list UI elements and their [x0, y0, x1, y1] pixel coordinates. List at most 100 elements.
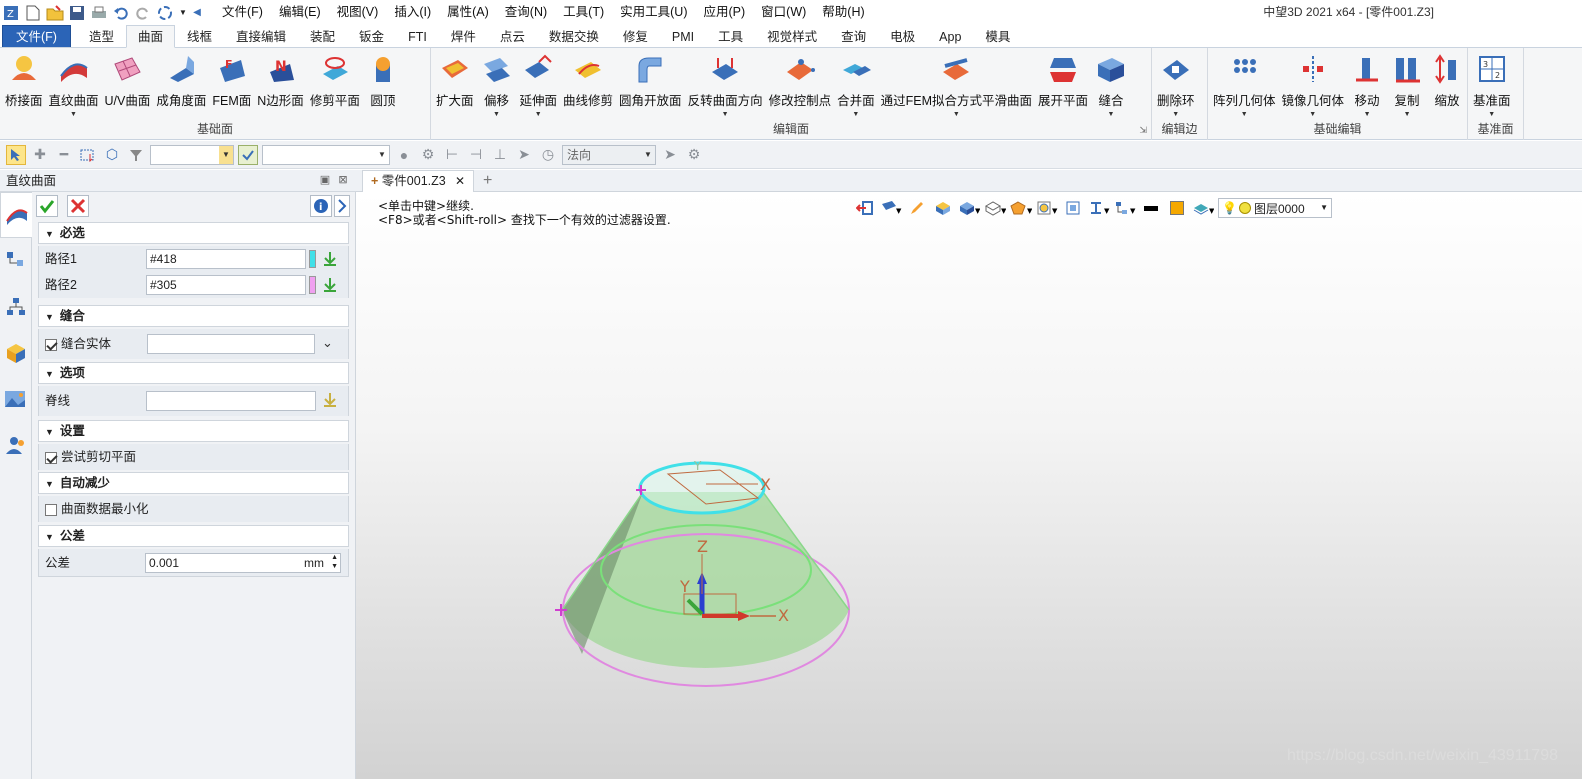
extend-face-button[interactable]: 扩大面: [433, 50, 477, 120]
expand-chevron-icon[interactable]: ⌄: [322, 335, 333, 351]
extend-surface-button[interactable]: 延伸面 ▼: [517, 50, 561, 120]
spinner-icon[interactable]: ▲ ▼: [331, 553, 338, 571]
window-zoom-icon[interactable]: [1062, 198, 1084, 218]
n-sided-surface-button[interactable]: N N边形面: [254, 50, 307, 120]
new-file-icon[interactable]: [24, 4, 42, 22]
fem-smooth-surface-button[interactable]: 通过FEM拟合方式平滑曲面 ▼: [878, 50, 1035, 120]
uv-surface-button[interactable]: U/V曲面: [102, 50, 154, 120]
trim-plane-button[interactable]: 修剪平面: [307, 50, 363, 120]
image-library-icon[interactable]: [0, 376, 32, 422]
confirm-button[interactable]: [36, 195, 58, 217]
tab-direct-edit[interactable]: 直接编辑: [224, 25, 298, 47]
section-auto-reduce[interactable]: ▼ 自动减少: [38, 472, 349, 494]
selection-combo[interactable]: ▼: [262, 144, 390, 165]
path1-field[interactable]: #418: [146, 249, 306, 269]
cancel-button[interactable]: [67, 195, 89, 217]
help-button[interactable]: [334, 195, 350, 217]
pencil-icon[interactable]: [906, 198, 928, 218]
section-settings[interactable]: ▼ 设置: [38, 420, 349, 442]
assembly-tree-icon[interactable]: [0, 284, 32, 330]
tab-weldment[interactable]: 焊件: [439, 25, 488, 47]
path2-field[interactable]: #305: [146, 275, 306, 295]
tab-file[interactable]: 文件(F): [2, 25, 71, 47]
undo-icon[interactable]: [112, 4, 130, 22]
smart-pick-icon[interactable]: [238, 144, 258, 165]
tab-fti[interactable]: FTI: [396, 25, 439, 47]
stitch-button[interactable]: 缝合 ▼: [1091, 50, 1131, 120]
tab-close-icon[interactable]: ✕: [455, 171, 465, 192]
path2-color-swatch[interactable]: [309, 276, 316, 294]
stitch-solid-field[interactable]: [147, 334, 315, 354]
section-options[interactable]: ▼ 选项: [38, 362, 349, 384]
tab-app[interactable]: App: [927, 25, 973, 47]
render-style-icon[interactable]: ▼: [1010, 198, 1032, 218]
cone-model[interactable]: X Y Z X Y: [552, 454, 862, 694]
tab-query[interactable]: 查询: [829, 25, 878, 47]
tab-sheetmetal[interactable]: 钣金: [347, 25, 396, 47]
dialog-launcher-icon[interactable]: ⇲: [1139, 125, 1147, 136]
merge-faces-button[interactable]: 合并面 ▼: [834, 50, 878, 120]
remove-icon[interactable]: ━: [54, 145, 74, 165]
menu-help[interactable]: 帮助(H): [814, 0, 872, 25]
tab-assembly[interactable]: 装配: [298, 25, 347, 47]
datum-plane-button[interactable]: 3 2 基准面 ▼: [1470, 50, 1514, 120]
tab-electrode[interactable]: 电极: [878, 25, 927, 47]
new-tab-icon[interactable]: +: [483, 170, 499, 192]
app-logo-icon[interactable]: Z: [2, 4, 20, 22]
menu-attribute[interactable]: 属性(A): [439, 0, 497, 25]
bridge-surface-button[interactable]: 桥接面: [2, 50, 46, 120]
minimize-surface-data-checkbox[interactable]: [45, 503, 57, 516]
path1-pick-icon[interactable]: [322, 250, 338, 271]
path1-color-swatch[interactable]: [309, 250, 316, 268]
filter-icon[interactable]: [126, 145, 146, 165]
tab-wireframe[interactable]: 线框: [175, 25, 224, 47]
view-orientation-icon[interactable]: ▼: [984, 198, 1006, 218]
menu-utilities[interactable]: 实用工具(U): [612, 0, 695, 25]
move-button[interactable]: 移动 ▼: [1347, 50, 1387, 120]
polygon-select-icon[interactable]: ⬡: [102, 145, 122, 165]
section-required[interactable]: ▼ 必选: [38, 222, 349, 244]
fillet-open-face-button[interactable]: 圆角开放面: [616, 50, 685, 120]
layer-combo[interactable]: 💡 图层0000 ▼: [1218, 198, 1332, 218]
redo-icon[interactable]: [134, 4, 152, 22]
history-tree-icon[interactable]: [0, 238, 32, 284]
face-color-swatch[interactable]: [1166, 198, 1188, 218]
zoom-fit-icon[interactable]: ▼: [1036, 198, 1058, 218]
exit-icon[interactable]: [854, 198, 876, 218]
offset-button[interactable]: 偏移 ▼: [477, 50, 517, 120]
tab-modeling[interactable]: 造型: [77, 25, 126, 47]
tab-pointcloud[interactable]: 点云: [488, 25, 537, 47]
graphics-viewport[interactable]: <单击中键>继续. <F8>或者<Shift-roll> 查找下一个有效的过滤器…: [356, 192, 1582, 779]
menu-apps[interactable]: 应用(P): [695, 0, 753, 25]
save-icon[interactable]: [68, 4, 86, 22]
part-icon[interactable]: [0, 330, 32, 376]
section-view-icon[interactable]: ▼: [1088, 198, 1110, 218]
menu-tools[interactable]: 工具(T): [555, 0, 612, 25]
document-tab[interactable]: + 零件001.Z3 ✕: [362, 170, 474, 193]
tolerance-input[interactable]: 0.001 mm ▲ ▼: [145, 553, 341, 573]
menu-view[interactable]: 视图(V): [329, 0, 387, 25]
menu-insert[interactable]: 插入(I): [386, 0, 439, 25]
delete-loop-button[interactable]: 删除环 ▼: [1154, 50, 1198, 120]
select-pointer-icon[interactable]: [6, 144, 26, 165]
pattern-geometry-button[interactable]: 阵列几何体 ▼: [1210, 50, 1279, 120]
direction-combo[interactable]: 法向 ▼: [562, 144, 656, 165]
tab-repair[interactable]: 修复: [611, 25, 660, 47]
scale-button[interactable]: 缩放: [1427, 50, 1467, 120]
open-folder-icon[interactable]: [46, 4, 64, 22]
modify-control-points-button[interactable]: 修改控制点: [766, 50, 835, 120]
regen-icon[interactable]: [156, 4, 174, 22]
add-icon[interactable]: ✚: [30, 145, 50, 165]
box-select-icon[interactable]: [78, 145, 98, 165]
info-button[interactable]: i: [310, 195, 332, 217]
path2-pick-icon[interactable]: [322, 276, 338, 297]
reverse-surface-direction-button[interactable]: 反转曲面方向 ▼: [685, 50, 766, 120]
tab-mold[interactable]: 模具: [973, 25, 1022, 47]
menu-file[interactable]: 文件(F): [214, 0, 271, 25]
display-mode-icon[interactable]: ▼: [958, 198, 980, 218]
fem-surface-button[interactable]: F FEM面: [209, 50, 254, 120]
filter-combo[interactable]: ▼: [150, 144, 234, 165]
section-tolerance[interactable]: ▼ 公差: [38, 525, 349, 547]
ruled-surface-button[interactable]: 直纹曲面 ▼: [46, 50, 102, 120]
copy-button[interactable]: 复制 ▼: [1387, 50, 1427, 120]
